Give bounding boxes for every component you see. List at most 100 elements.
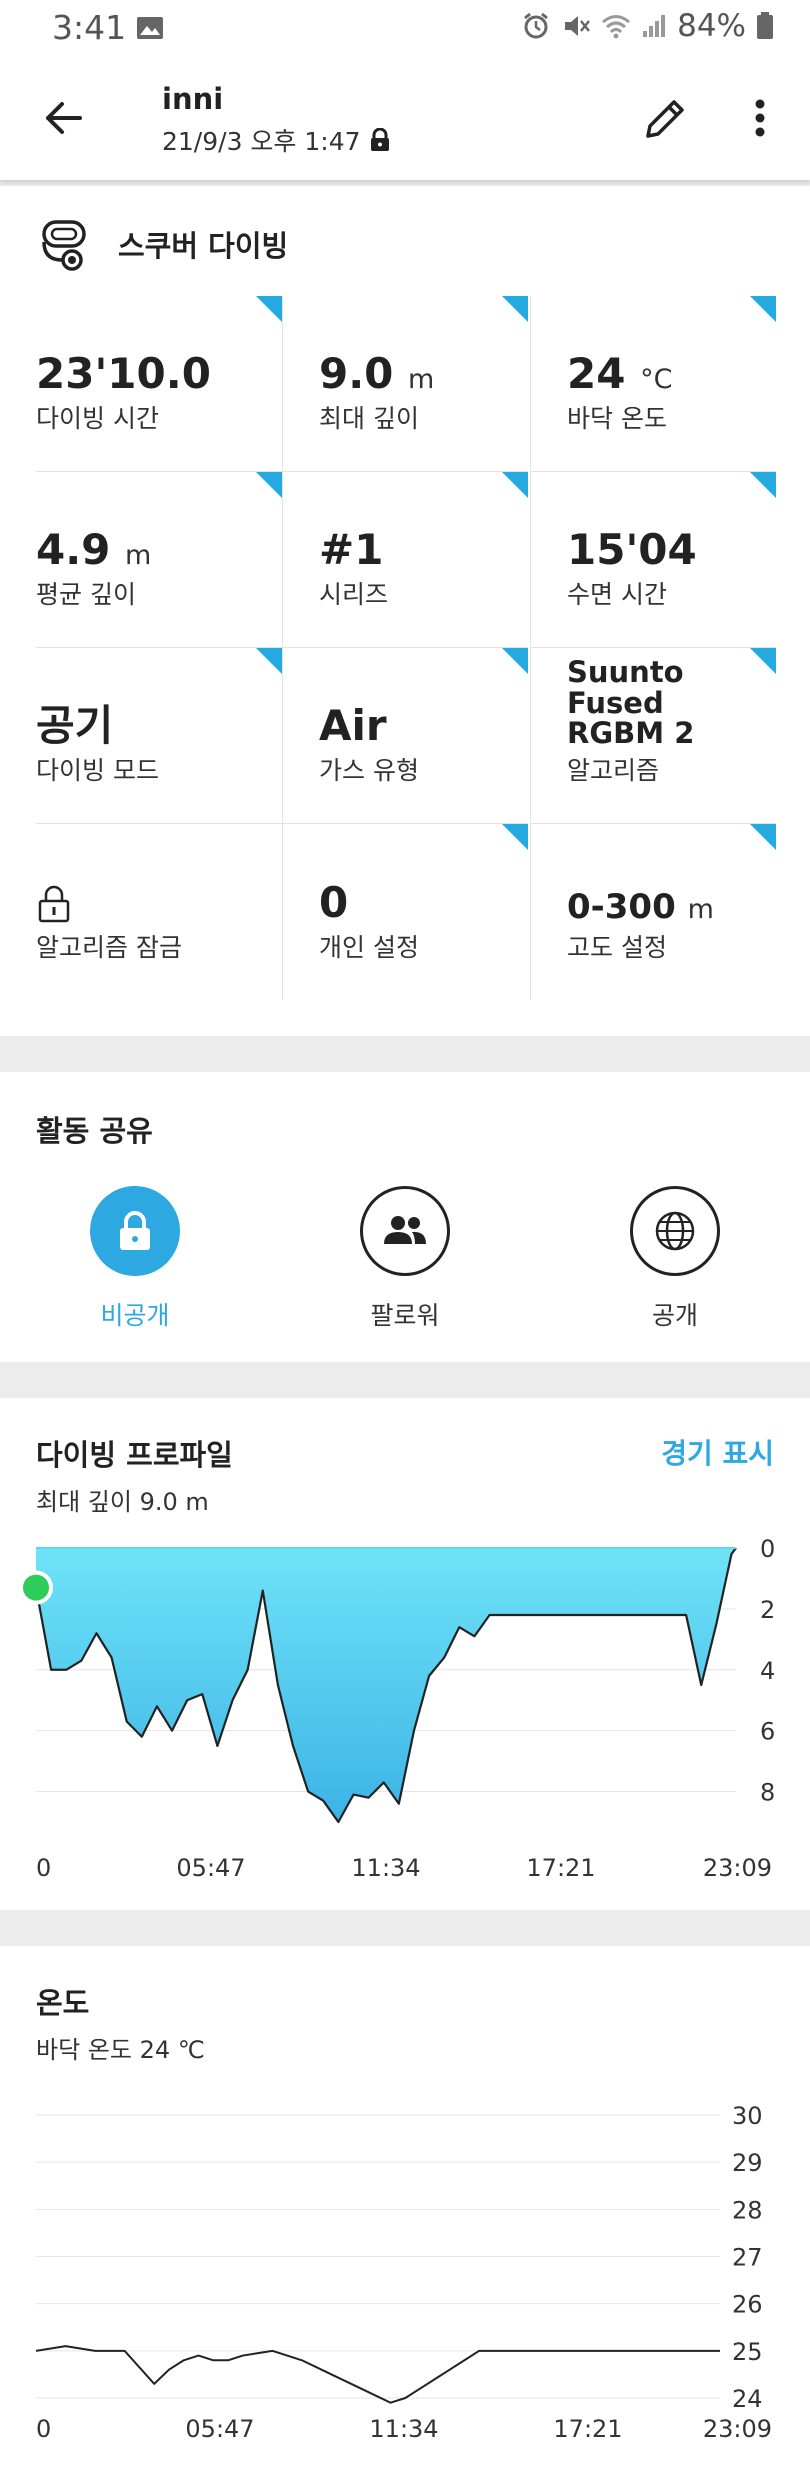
stat-unit: m xyxy=(687,893,714,925)
temp-x-tick: 17:21 xyxy=(553,2415,622,2443)
lock-icon xyxy=(370,128,389,151)
depth-x-tick: 11:34 xyxy=(351,1854,420,1882)
stat-dive-time[interactable]: 23'10.0 다이빙 시간 xyxy=(36,296,282,472)
stat-label: 시리즈 xyxy=(319,580,389,609)
datetime-text: 21/9/3 오후 1:47 xyxy=(162,127,361,156)
temp-y-tick: 25 xyxy=(732,2338,763,2366)
stat-corner-marker xyxy=(502,648,528,674)
lock-icon xyxy=(120,1211,150,1250)
temp-y-tick: 27 xyxy=(732,2244,763,2272)
temp-x-tick: 11:34 xyxy=(369,2415,438,2443)
more-vert-icon[interactable] xyxy=(744,92,776,144)
stat-corner-marker xyxy=(750,296,776,322)
depth-chart[interactable]: 0 2 4 6 8 0 05:47 11:34 17:21 23:09 xyxy=(0,1500,810,1910)
stat-avg-depth[interactable]: 4.9 m 평균 깊이 xyxy=(36,472,282,648)
signal-icon xyxy=(643,15,666,37)
temp-x-tick: 0 xyxy=(36,2415,51,2443)
temperature-chart[interactable]: 30 29 28 27 26 25 24 0 05:47 11:34 17:21 23:09 xyxy=(0,2061,810,2491)
back-arrow-icon[interactable] xyxy=(40,94,88,142)
temp-y-tick: 26 xyxy=(732,2291,763,2319)
share-followers-option[interactable]: 팔로워 xyxy=(305,1186,505,1332)
stat-altitude-setting[interactable]: 0-300 m 고도 설정 xyxy=(530,824,776,1000)
stat-bottom-temp[interactable]: 24 °C 바닥 온도 xyxy=(530,296,776,472)
share-public-option[interactable]: 공개 xyxy=(575,1186,775,1332)
lock-icon xyxy=(38,885,70,923)
activity-datetime: 21/9/3 오후 1:47 xyxy=(162,122,391,158)
share-followers-label: 팔로워 xyxy=(370,1301,440,1330)
stat-unit: m xyxy=(408,363,435,395)
status-bar: 3:41 84% xyxy=(0,0,810,56)
stat-surface-time[interactable]: 15'04 수면 시간 xyxy=(530,472,776,648)
stat-series[interactable]: #1 시리즈 xyxy=(282,472,528,648)
stat-corner-marker xyxy=(750,824,776,850)
stat-max-depth[interactable]: 9.0 m 최대 깊이 xyxy=(282,296,528,472)
stat-label: 가스 유형 xyxy=(319,756,419,785)
stat-value: 0-300 xyxy=(567,886,676,927)
stat-dive-mode[interactable]: 공기다이빙 모드 xyxy=(36,648,282,824)
stat-value: Air xyxy=(319,700,387,750)
stats-grid: 23'10.0 다이빙 시간 9.0 m 최대 깊이 24 °C 바닥 온도 4.9 … xyxy=(36,296,776,1000)
stat-corner-marker xyxy=(256,296,282,322)
stat-value: #1 xyxy=(319,524,384,574)
depth-area xyxy=(36,1548,736,1822)
depth-x-tick: 05:47 xyxy=(176,1854,245,1882)
activity-type: 스쿠버 다이빙 xyxy=(40,216,288,272)
dive-summary-card: 스쿠버 다이빙 23'10.0 다이빙 시간 9.0 m 최대 깊이 24 °C 바닥… xyxy=(0,186,810,1036)
stat-value: 15'04 xyxy=(567,524,697,574)
globe-icon xyxy=(655,1211,695,1251)
temp-x-tick: 23:09 xyxy=(703,2415,772,2443)
dive-start-marker[interactable] xyxy=(19,1570,53,1605)
wifi-icon xyxy=(602,15,631,39)
share-card: 활동 공유 비공개 팔로워 공개 xyxy=(0,1072,810,1362)
dive-profile-title: 다이빙 프로파일 xyxy=(36,1438,233,1472)
stat-gas-type[interactable]: Air 가스 유형 xyxy=(282,648,528,824)
stat-unit: m xyxy=(125,539,152,571)
stat-corner-marker xyxy=(502,824,528,850)
stat-personal-setting[interactable]: 0 개인 설정 xyxy=(282,824,528,1000)
battery-icon xyxy=(757,12,773,39)
gallery-notification-icon xyxy=(137,17,163,39)
temp-y-tick: 24 xyxy=(732,2385,763,2413)
battery-percent: 84% xyxy=(677,8,746,44)
stat-label: 알고리즘 xyxy=(567,756,660,785)
stat-label: 개인 설정 xyxy=(319,933,419,962)
stat-value: 공기 xyxy=(36,700,114,750)
stat-label: 바닥 온도 xyxy=(567,404,667,433)
depth-x-tick: 23:09 xyxy=(703,1854,772,1882)
stat-unit: °C xyxy=(640,363,673,395)
depth-y-tick: 2 xyxy=(760,1596,775,1624)
share-public-label: 공개 xyxy=(651,1301,698,1330)
app-bar: inni 21/9/3 오후 1:47 xyxy=(0,56,810,180)
stat-label: 다이빙 모드 xyxy=(36,756,159,785)
edit-pencil-icon[interactable] xyxy=(640,92,692,144)
share-followers-button[interactable] xyxy=(360,1186,450,1276)
stat-value: 9.0 xyxy=(319,348,394,398)
stat-value: 0 xyxy=(319,877,349,927)
temperature-subtitle: 바닥 온도 24 ℃ xyxy=(36,2036,205,2064)
stat-corner-marker xyxy=(502,472,528,498)
depth-x-tick: 0 xyxy=(36,1854,51,1882)
stat-algorithm-lock[interactable]: 알고리즘 잠금 xyxy=(36,824,282,1000)
status-time: 3:41 xyxy=(52,8,127,47)
stat-label: 수면 시간 xyxy=(567,580,667,609)
share-public-button[interactable] xyxy=(630,1186,720,1276)
share-private-button[interactable] xyxy=(90,1186,180,1276)
stat-value: 24 xyxy=(567,348,626,398)
stat-label: 평균 깊이 xyxy=(36,580,136,609)
temp-y-tick: 29 xyxy=(732,2149,763,2177)
stat-corner-marker xyxy=(750,472,776,498)
activity-type-label: 스쿠버 다이빙 xyxy=(118,229,289,263)
temp-y-tick: 30 xyxy=(732,2102,763,2130)
stat-label: 알고리즘 잠금 xyxy=(36,933,182,962)
stat-value: 23'10.0 xyxy=(36,348,211,398)
temp-y-tick: 28 xyxy=(732,2196,763,2224)
show-warnings-link[interactable]: 경기 표시 xyxy=(661,1432,774,1472)
temperature-title: 온도 xyxy=(36,1986,90,2020)
dive-profile-card: 다이빙 프로파일 경기 표시 최대 깊이 9.0 m 0 2 4 6 8 0 05:47 11… xyxy=(0,1398,810,1910)
share-private-option[interactable]: 비공개 xyxy=(35,1186,235,1332)
share-private-label: 비공개 xyxy=(100,1301,170,1330)
temp-x-tick: 05:47 xyxy=(185,2415,254,2443)
stat-corner-marker xyxy=(502,296,528,322)
stat-value: Suunto Fused RGBM 2 xyxy=(567,654,695,751)
stat-algorithm[interactable]: Suunto Fused RGBM 2 알고리즘 xyxy=(530,648,776,824)
